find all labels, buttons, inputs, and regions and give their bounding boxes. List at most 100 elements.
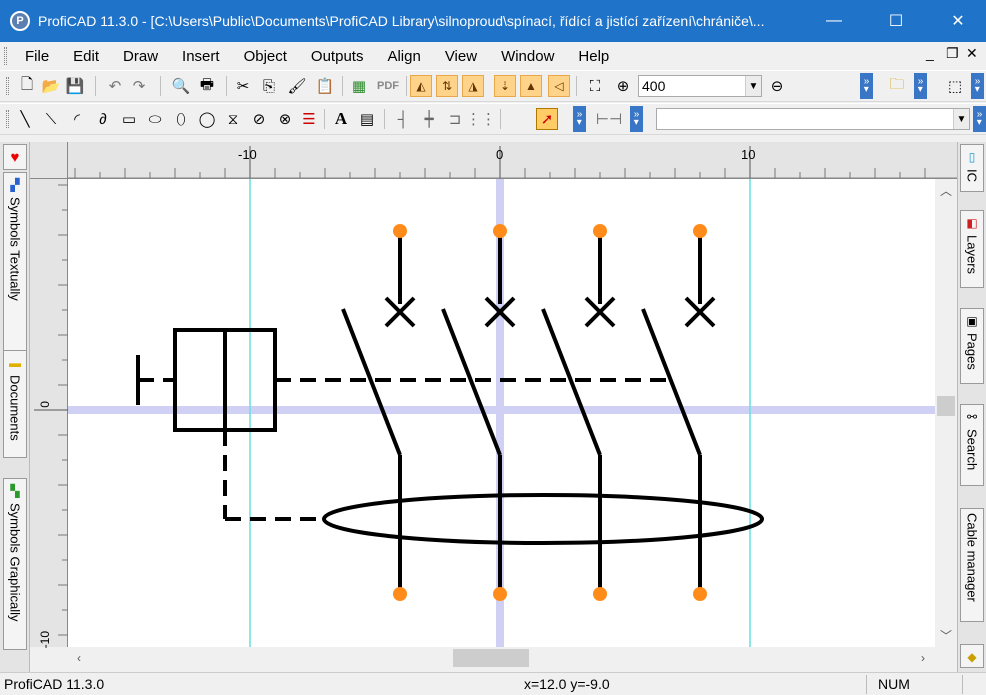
ellipse-tool[interactable]: ⬯ (170, 108, 192, 130)
menu-align[interactable]: Align (375, 48, 432, 65)
toolbar-overflow-button[interactable]: » ▾ (914, 73, 927, 99)
rectangle-tool[interactable]: ▭ (118, 108, 140, 130)
toolbar-overflow-button[interactable]: » ▾ (973, 106, 986, 132)
menu-view[interactable]: View (433, 48, 489, 65)
save-button[interactable]: 💾 (64, 75, 86, 97)
tab-layers[interactable]: ◧ Layers (960, 210, 984, 288)
toolbar-overflow-button[interactable]: » ▾ (860, 73, 873, 99)
toolbar2-grip[interactable] (6, 110, 9, 128)
menu-window[interactable]: Window (489, 48, 566, 65)
redo-button[interactable]: ↷ (128, 75, 150, 97)
rotate-right-button[interactable]: ⇣ (494, 75, 516, 97)
toolbar-overflow-button[interactable]: » ▾ (573, 106, 586, 132)
menu-file[interactable]: File (13, 48, 61, 65)
tab-ic[interactable]: ▯ IC (960, 144, 984, 192)
schematic-drawing[interactable] (68, 179, 935, 647)
cut-button[interactable]: ✂ (232, 75, 254, 97)
pin-1-bottom[interactable] (393, 587, 407, 601)
minimize-button[interactable]: — (810, 0, 858, 42)
slash-circle-tool[interactable]: ⊘ (248, 108, 270, 130)
pin-4-top[interactable] (693, 224, 707, 238)
pin-1-top[interactable] (393, 224, 407, 238)
arc-tool[interactable]: ◜ (66, 108, 88, 130)
pin-4-bottom[interactable] (693, 587, 707, 601)
mirror-left-button[interactable]: ◁ (548, 75, 570, 97)
drawing-canvas[interactable] (68, 179, 935, 647)
zoom-in-button[interactable]: ⊕ (612, 75, 634, 97)
horizontal-scrollbar[interactable]: ‹ › (68, 647, 935, 669)
pin-3-top[interactable] (593, 224, 607, 238)
dimension-tool[interactable]: ⊢⊣ (596, 108, 622, 130)
toolbar-overflow-button[interactable]: » ▾ (971, 73, 984, 99)
mdi-restore-button[interactable]: ❐ (946, 45, 959, 62)
wire-tool[interactable]: ┤ (392, 108, 414, 130)
flip-vertical-button[interactable]: ⇅ (436, 75, 458, 97)
hourglass-tool[interactable]: ⧖ (222, 108, 244, 130)
chevron-up-icon[interactable]: ︿ (937, 181, 955, 199)
frame-button[interactable]: ⬚ (944, 75, 966, 97)
polyline-tool[interactable]: ⟍ (40, 108, 62, 130)
format-painter-button[interactable]: 🖌 (286, 75, 308, 97)
select-tool[interactable]: ➚ (536, 108, 558, 130)
tab-cable-manager[interactable]: Cable manager (960, 508, 984, 622)
new-file-button[interactable]: 🗋 (16, 75, 38, 97)
chevron-down-icon[interactable]: ﹀ (937, 626, 955, 644)
tab-extra[interactable]: ◆ (960, 644, 984, 668)
cable-tool[interactable]: ⋮⋮ (466, 108, 496, 130)
tab-pages[interactable]: ▣ Pages (960, 308, 984, 384)
bus-tool[interactable]: ☰ (298, 108, 320, 130)
mirror-button[interactable]: ▲ (520, 75, 542, 97)
menu-outputs[interactable]: Outputs (299, 48, 376, 65)
chevron-left-icon[interactable]: ‹ (70, 649, 88, 667)
tab-symbols-graphically[interactable]: ▚ Symbols Graphically (3, 478, 27, 650)
menu-edit[interactable]: Edit (61, 48, 111, 65)
toolbar-overflow-button[interactable]: » ▾ (630, 106, 643, 132)
toolbar1-grip[interactable] (6, 77, 9, 95)
junction-tool[interactable]: ┿ (418, 108, 440, 130)
zoom-fit-button[interactable]: ⛶ (584, 75, 606, 97)
line-tool[interactable]: ╲ (14, 108, 36, 130)
vertical-scrollbar[interactable]: ︿ ﹀ (935, 179, 957, 647)
tab-search[interactable]: ⚯ Search (960, 404, 984, 486)
eye-tool[interactable]: ⊗ (274, 108, 296, 130)
export-image-button[interactable]: ▦ (348, 75, 370, 97)
export-pdf-button[interactable]: PDF (374, 75, 402, 97)
menu-help[interactable]: Help (566, 48, 621, 65)
chevron-down-icon[interactable]: ▼ (745, 76, 761, 96)
folder-button[interactable]: 🗀 (886, 75, 908, 97)
app-icon[interactable]: P (10, 11, 30, 31)
pin-3-bottom[interactable] (593, 587, 607, 601)
rotate-left-button[interactable]: ◮ (462, 75, 484, 97)
chevron-down-icon[interactable]: ▼ (953, 109, 969, 129)
pin-2-bottom[interactable] (493, 587, 507, 601)
print-preview-button[interactable]: 🔍 (170, 75, 192, 97)
text-tool[interactable]: A (330, 108, 352, 130)
menu-draw[interactable]: Draw (111, 48, 170, 65)
menu-object[interactable]: Object (232, 48, 299, 65)
menu-grip[interactable] (4, 47, 7, 65)
mdi-minimize-button[interactable]: _ (926, 45, 934, 61)
menu-insert[interactable]: Insert (170, 48, 232, 65)
curve-tool[interactable]: ∂ (92, 108, 114, 130)
print-button[interactable]: 🖶 (196, 75, 218, 97)
circle-tool[interactable]: ◯ (196, 108, 218, 130)
horizontal-scroll-thumb[interactable] (453, 649, 529, 667)
layer-combo[interactable]: ▼ (656, 108, 970, 130)
text-box-tool[interactable]: ▤ (356, 108, 378, 130)
tab-favorites[interactable]: ♥ (3, 144, 27, 170)
undo-button[interactable]: ↶ (104, 75, 126, 97)
copy-button[interactable]: ⎘ (258, 75, 280, 97)
rounded-rectangle-tool[interactable]: ⬭ (144, 108, 166, 130)
maximize-button[interactable]: ☐ (872, 0, 920, 42)
current-transformer-ellipse[interactable] (322, 493, 764, 545)
zoom-combo[interactable]: 400 ▼ (638, 75, 762, 97)
mdi-close-button[interactable]: ✕ (966, 45, 978, 62)
flip-horizontal-button[interactable]: ◭ (410, 75, 432, 97)
chevron-right-icon[interactable]: › (914, 649, 932, 667)
close-button[interactable]: ✕ (934, 0, 982, 42)
connector-tool[interactable]: ⊐ (444, 108, 466, 130)
vertical-scroll-thumb[interactable] (937, 396, 955, 416)
zoom-out-button[interactable]: ⊖ (766, 75, 788, 97)
pin-2-top[interactable] (493, 224, 507, 238)
tab-documents[interactable]: ▬ Documents (3, 350, 27, 458)
